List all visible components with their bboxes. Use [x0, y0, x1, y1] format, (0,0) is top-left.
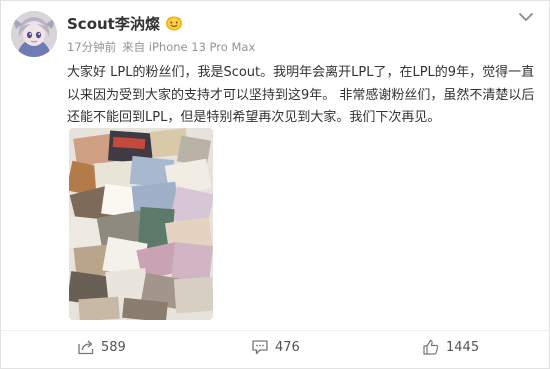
share-icon: [78, 340, 94, 355]
post-text: 大家好 LPL的粉丝们，我是Scout。我明年会离开LPL了，在LPL的9年，觉…: [67, 65, 535, 125]
like-count: 1445: [446, 339, 480, 355]
chevron-down-icon[interactable]: [517, 11, 535, 23]
avatar-image: [11, 11, 57, 57]
post-time[interactable]: 17分钟前: [67, 40, 116, 54]
author-row: Scout李汭燦: [67, 13, 183, 33]
like-button[interactable]: 1445: [422, 335, 479, 359]
share-count: 589: [101, 339, 126, 355]
post-photo[interactable]: [69, 128, 213, 320]
letters-photo-image: [69, 128, 213, 320]
avatar[interactable]: [11, 11, 57, 57]
comment-count: 476: [275, 339, 300, 355]
thumbs-up-icon: [423, 339, 439, 355]
post-meta: 17分钟前 来自 iPhone 13 Pro Max: [67, 39, 255, 55]
weibo-post-card: Scout李汭燦 17分钟前 来自 iPhone 13 Pro Max 大家好 L…: [0, 0, 550, 369]
author-name[interactable]: Scout李汭燦: [67, 13, 160, 34]
post-source: 来自 iPhone 13 Pro Max: [122, 40, 256, 54]
action-bar-divider: [1, 330, 549, 331]
share-button[interactable]: 589: [77, 335, 126, 359]
emoji-badge-icon: [165, 16, 182, 31]
comment-button[interactable]: 476: [251, 335, 300, 359]
comment-icon: [252, 340, 268, 355]
